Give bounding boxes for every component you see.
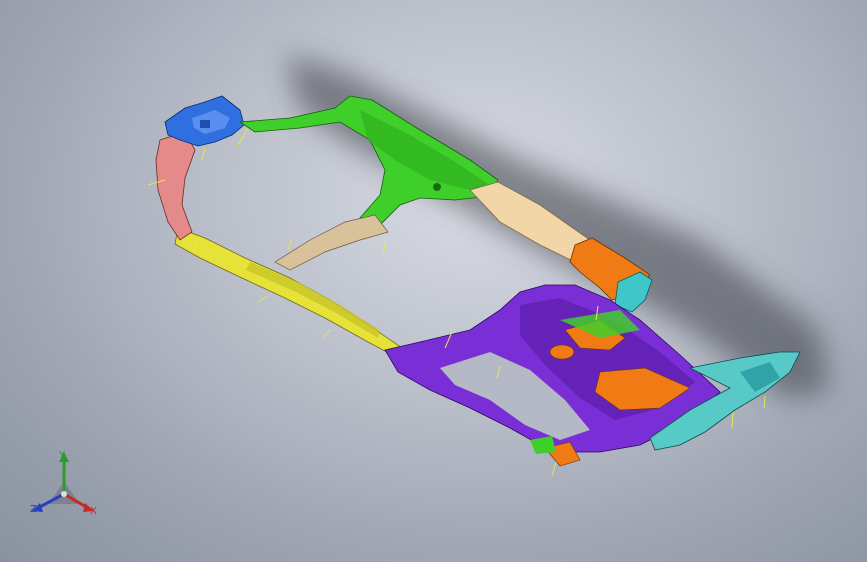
dashboard-frame-model[interactable]: [0, 0, 867, 562]
green-beam[interactable]: [238, 95, 499, 231]
triad-x-label: X: [90, 506, 97, 517]
cad-viewport[interactable]: Y Z X: [0, 0, 867, 562]
pink-bracket[interactable]: [155, 131, 196, 241]
triad-origin: [61, 491, 67, 497]
blue-bracket[interactable]: [164, 95, 245, 147]
triad-z-label: Z: [30, 504, 37, 515]
tan-strip[interactable]: [274, 214, 389, 271]
triad-y-label: Y: [59, 450, 66, 461]
